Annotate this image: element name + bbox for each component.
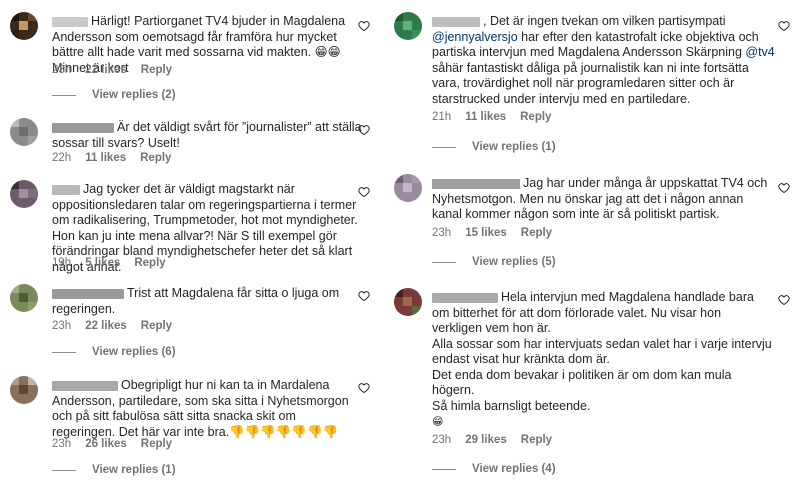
heart-outline-icon[interactable]: [358, 124, 370, 136]
view-replies-button[interactable]: View replies (2): [52, 89, 176, 101]
timestamp: 23h: [52, 64, 72, 76]
divider-line: [432, 146, 456, 148]
timestamp: 23h: [432, 434, 452, 446]
comment-text: Hela intervjun med Magdalena handlade ba…: [432, 290, 772, 428]
avatar[interactable]: [10, 118, 38, 146]
timestamp: 21h: [432, 111, 452, 123]
comment-text: Obegripligt hur ni kan ta in Mardalena A…: [52, 378, 349, 439]
divider-line: [52, 469, 76, 471]
avatar[interactable]: [394, 174, 422, 202]
reply-button[interactable]: Reply: [141, 64, 172, 76]
comment-meta: 23h 15 likes Reply: [432, 227, 552, 239]
username-redacted[interactable]: [432, 178, 520, 189]
likes-count[interactable]: 26 likes: [85, 438, 127, 450]
reply-button[interactable]: Reply: [521, 227, 552, 239]
username-redacted[interactable]: [52, 380, 118, 391]
likes-count[interactable]: 22 likes: [85, 320, 127, 332]
likes-count[interactable]: 5 likes: [85, 257, 120, 269]
reply-button[interactable]: Reply: [141, 320, 172, 332]
username-redacted[interactable]: [432, 292, 498, 303]
likes-count[interactable]: 11 likes: [85, 152, 126, 164]
heart-outline-icon[interactable]: [358, 290, 370, 302]
heart-outline-icon[interactable]: [778, 182, 790, 194]
username-redacted[interactable]: [52, 184, 80, 195]
username-redacted[interactable]: [52, 122, 114, 133]
heart-outline-icon[interactable]: [358, 186, 370, 198]
avatar[interactable]: [394, 12, 422, 40]
likes-count[interactable]: 11 likes: [465, 111, 506, 123]
heart-outline-icon[interactable]: [778, 20, 790, 32]
username-redacted[interactable]: [432, 16, 480, 27]
comment-text: , Det är ingen tvekan om vilken partisym…: [432, 14, 775, 106]
avatar[interactable]: [10, 376, 38, 404]
comment-meta: 23h 26 likes Reply: [52, 438, 172, 450]
comment-meta: 21h 11 likes Reply: [432, 111, 551, 123]
likes-count[interactable]: 22 likes: [85, 64, 127, 76]
comment-meta: 23h 22 likes Reply: [52, 64, 172, 76]
timestamp: 19h: [52, 257, 72, 269]
mention-link[interactable]: @jennyalversjo: [432, 30, 518, 44]
divider-line: [432, 468, 456, 470]
view-replies-button[interactable]: View replies (5): [432, 256, 556, 268]
comment-text: Är det väldigt svårt för ”journalister” …: [52, 120, 362, 150]
emoji: 😁: [432, 415, 444, 428]
comment-meta: 19h 5 likes Reply: [52, 257, 166, 269]
likes-count[interactable]: 15 likes: [465, 227, 507, 239]
view-replies-button[interactable]: View replies (1): [432, 141, 556, 153]
username-redacted[interactable]: [52, 288, 124, 299]
view-replies-button[interactable]: View replies (4): [432, 463, 556, 475]
comment-text: Jag har under många år uppskattat TV4 oc…: [432, 176, 768, 221]
comment-meta: 22h 11 likes Reply: [52, 152, 171, 164]
heart-outline-icon[interactable]: [778, 294, 790, 306]
reply-button[interactable]: Reply: [520, 111, 551, 123]
timestamp: 23h: [52, 320, 72, 332]
comment-text: Trist att Magdalena får sitta o ljuga om…: [52, 286, 340, 316]
reply-button[interactable]: Reply: [141, 438, 172, 450]
likes-count[interactable]: 29 likes: [465, 434, 507, 446]
divider-line: [432, 261, 456, 263]
avatar[interactable]: [10, 12, 38, 40]
avatar[interactable]: [10, 180, 38, 208]
timestamp: 22h: [52, 152, 72, 164]
username-redacted[interactable]: [52, 16, 88, 27]
comment-meta: 23h 29 likes Reply: [432, 434, 552, 446]
timestamp: 23h: [432, 227, 452, 239]
divider-line: [52, 94, 76, 96]
avatar[interactable]: [10, 284, 38, 312]
comment-meta: 23h 22 likes Reply: [52, 320, 172, 332]
heart-outline-icon[interactable]: [358, 20, 370, 32]
reply-button[interactable]: Reply: [521, 434, 552, 446]
heart-outline-icon[interactable]: [358, 382, 370, 394]
view-replies-button[interactable]: View replies (1): [52, 464, 176, 476]
timestamp: 23h: [52, 438, 72, 450]
mention-link[interactable]: @tv4: [745, 45, 774, 59]
reply-button[interactable]: Reply: [140, 152, 171, 164]
reply-button[interactable]: Reply: [134, 257, 165, 269]
view-replies-button[interactable]: View replies (6): [52, 346, 176, 358]
avatar[interactable]: [394, 288, 422, 316]
divider-line: [52, 351, 76, 353]
